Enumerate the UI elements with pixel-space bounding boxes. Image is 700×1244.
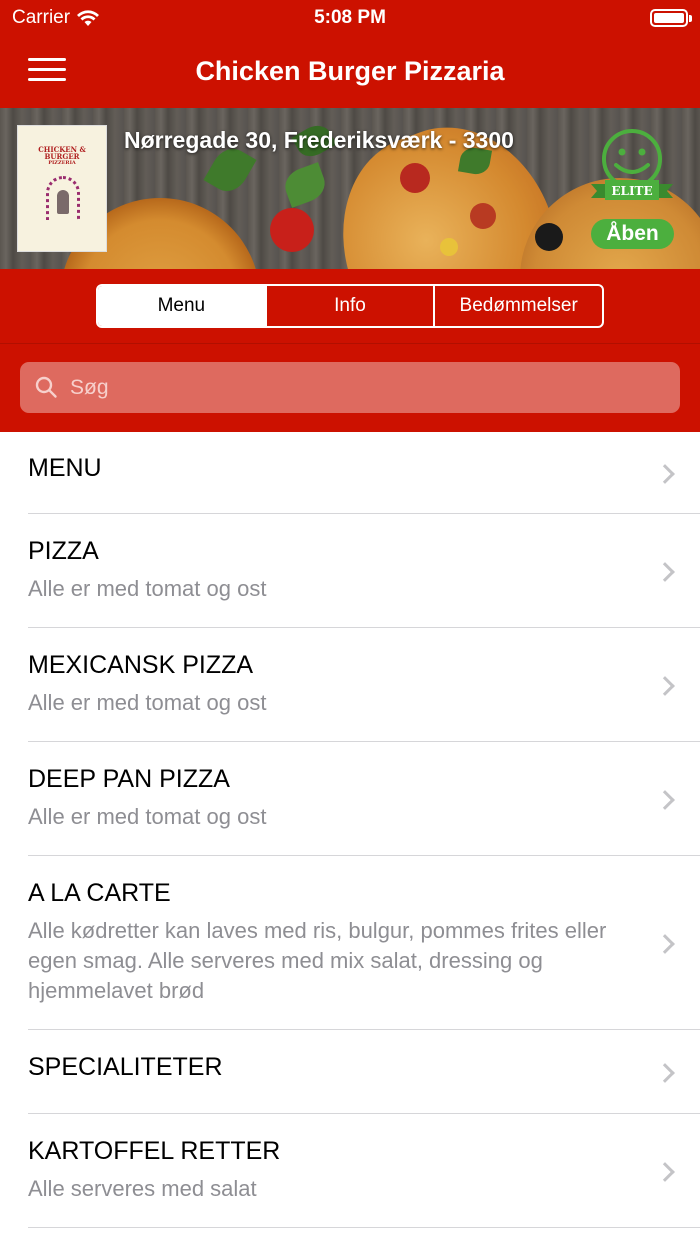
tab-menu[interactable]: Menu <box>98 286 265 326</box>
category-subtitle: Alle kødretter kan laves med ris, bulgur… <box>28 918 607 1003</box>
search-icon <box>35 376 57 398</box>
status-bar: Carrier 5:08 PM <box>0 0 700 36</box>
category-list: MENU PIZZA Alle er med tomat og ost MEXI… <box>0 432 700 1228</box>
category-subtitle: Alle serveres med salat <box>28 1176 257 1201</box>
open-status-badge: Åben <box>591 219 674 249</box>
logo-subtext: PIZZERIA <box>48 160 76 166</box>
category-title: A LA CARTE <box>28 879 171 907</box>
category-title: MENU <box>28 454 102 482</box>
search-box[interactable] <box>20 362 680 413</box>
battery-icon <box>650 9 692 27</box>
category-row-mexicansk-pizza[interactable]: MEXICANSK PIZZA Alle er med tomat og ost <box>0 628 700 742</box>
category-subtitle: Alle er med tomat og ost <box>28 690 267 715</box>
restaurant-address: Nørregade 30, Frederiksværk - 3300 <box>124 127 514 153</box>
page-title: Chicken Burger Pizzaria <box>195 56 505 86</box>
category-subtitle: Alle er med tomat og ost <box>28 804 267 829</box>
category-row-pizza[interactable]: PIZZA Alle er med tomat og ost <box>0 514 700 628</box>
category-title: DEEP PAN PIZZA <box>28 765 230 793</box>
category-title: SPECIALITETER <box>28 1053 223 1081</box>
tab-reviews[interactable]: Bedømmelser <box>433 286 602 326</box>
category-title: KARTOFFEL RETTER <box>28 1137 281 1165</box>
category-row-kartoffel-retter[interactable]: KARTOFFEL RETTER Alle serveres med salat <box>0 1114 700 1228</box>
tab-info[interactable]: Info <box>264 286 434 326</box>
elite-smiley-badge-icon: ELITE <box>591 129 673 200</box>
search-input[interactable] <box>70 362 660 413</box>
category-title: PIZZA <box>28 537 99 565</box>
category-subtitle: Alle er med tomat og ost <box>28 576 267 601</box>
tab-bar-area: Menu Info Bedømmelser <box>0 269 700 343</box>
category-row-deep-pan-pizza[interactable]: DEEP PAN PIZZA Alle er med tomat og ost <box>0 742 700 856</box>
status-time: 5:08 PM <box>314 7 386 28</box>
logo-text: CHICKEN & BURGER <box>38 145 86 161</box>
category-row-a-la-carte[interactable]: A LA CARTE Alle kødretter kan laves med … <box>0 856 700 1030</box>
row-separator <box>28 1227 700 1228</box>
category-row-specialiteter[interactable]: SPECIALITETER <box>0 1030 700 1114</box>
segmented-control: Menu Info Bedømmelser <box>96 284 604 328</box>
restaurant-logo: CHICKEN & BURGER PIZZERIA <box>17 125 107 252</box>
category-row-menu[interactable]: MENU <box>0 432 700 514</box>
elite-badge-text: ELITE <box>611 184 652 198</box>
search-area <box>0 343 700 432</box>
navigation-bar: Chicken Burger Pizzaria <box>0 36 700 108</box>
category-title: MEXICANSK PIZZA <box>28 651 254 679</box>
